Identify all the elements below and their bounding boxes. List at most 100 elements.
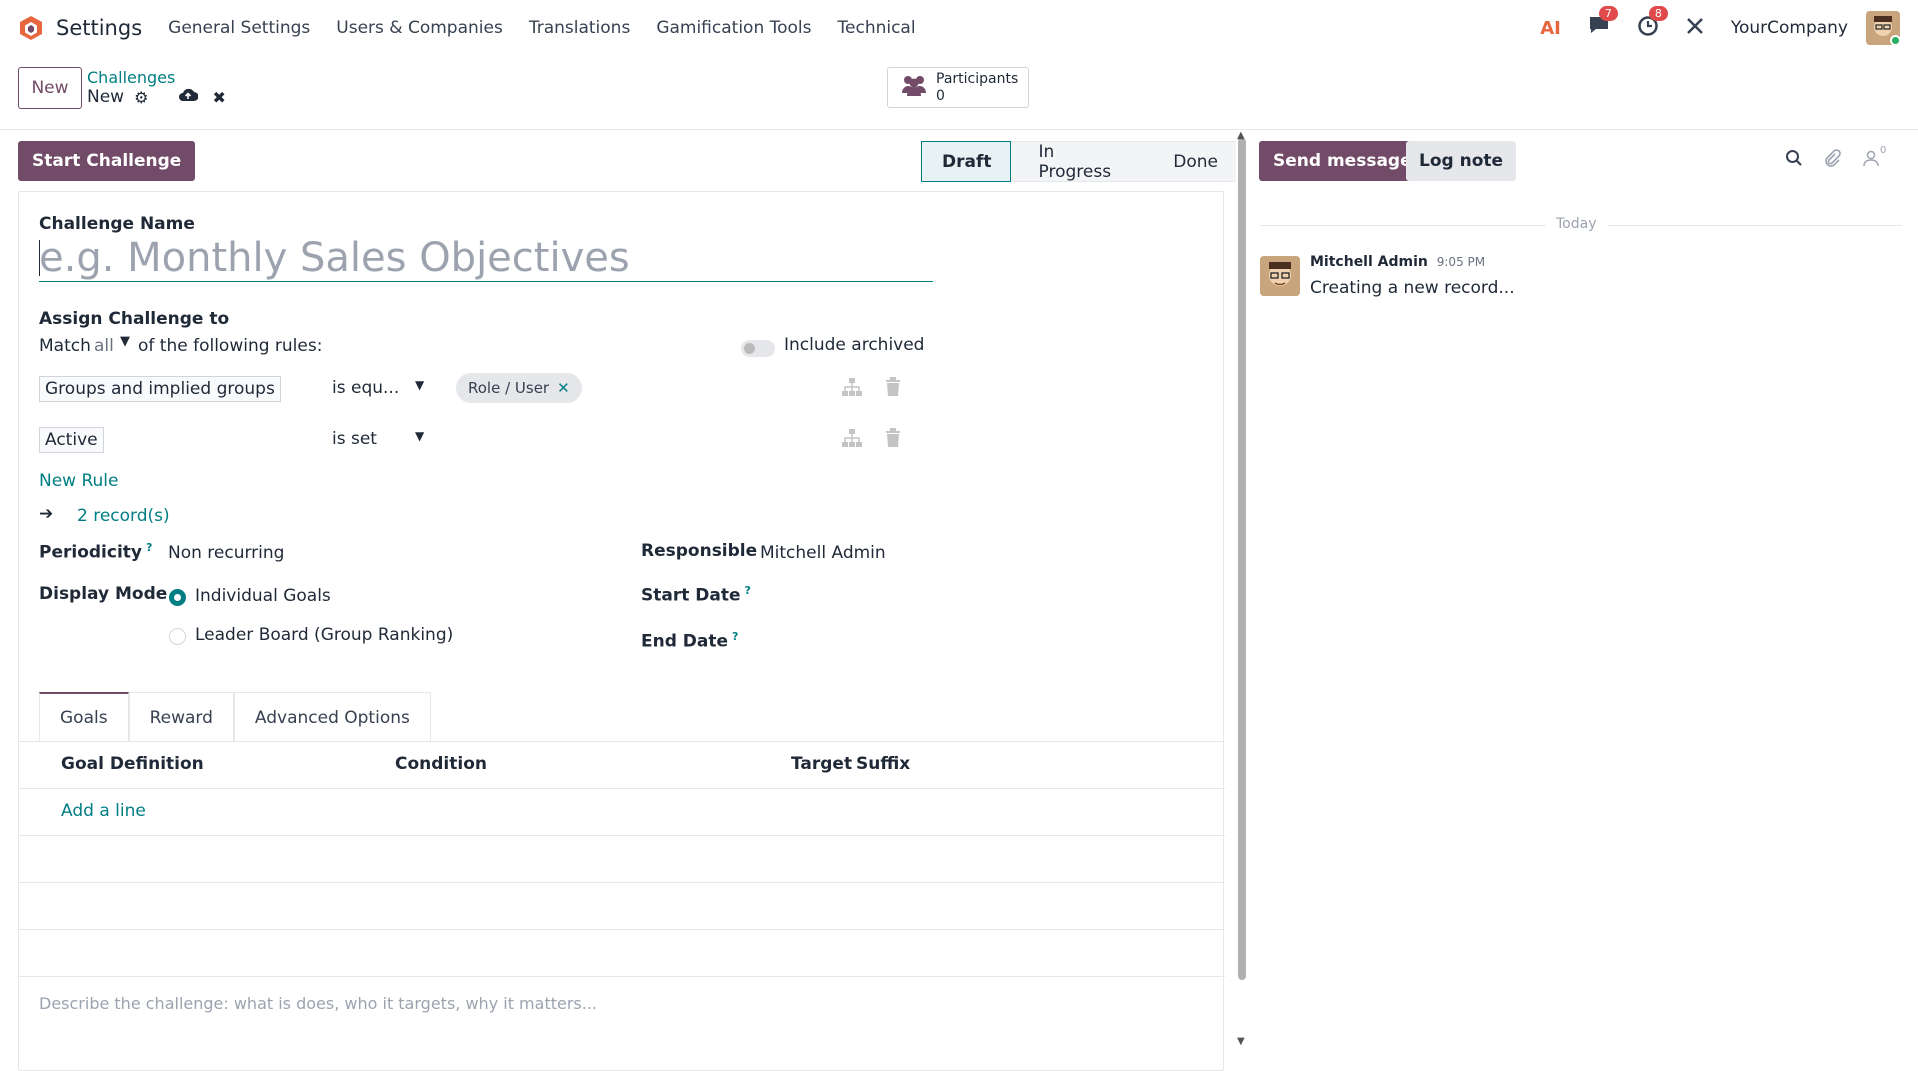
periodicity-value[interactable]: Non recurring bbox=[168, 543, 284, 563]
include-archived-toggle[interactable] bbox=[741, 340, 775, 357]
table-row bbox=[19, 836, 1225, 883]
systray: AI 7 8 YourCompany bbox=[1540, 0, 1918, 56]
message-author-avatar[interactable] bbox=[1260, 256, 1300, 296]
stage-done[interactable]: Done bbox=[1145, 141, 1236, 182]
start-date-label: Start Date? bbox=[641, 584, 751, 606]
radio-leader-board[interactable] bbox=[169, 628, 186, 645]
user-avatar[interactable] bbox=[1866, 11, 1900, 45]
description-input[interactable]: Describe the challenge: what is does, wh… bbox=[39, 994, 597, 1013]
author-face-icon bbox=[1260, 256, 1300, 296]
message-time: 9:05 PM bbox=[1436, 255, 1486, 269]
rule-2-operator-caret-icon[interactable]: ▼ bbox=[415, 429, 424, 443]
goals-table-header: Goal Definition Condition Target Suffix bbox=[19, 742, 1225, 789]
activities-badge: 8 bbox=[1648, 5, 1668, 21]
stage-in-progress[interactable]: In Progress bbox=[1010, 141, 1146, 182]
status-bar: Draft In Progress Done bbox=[921, 141, 1236, 182]
col-condition[interactable]: Condition bbox=[395, 754, 487, 774]
app-name[interactable]: Settings bbox=[56, 16, 142, 40]
match-suffix: of the following rules: bbox=[138, 336, 323, 356]
match-caret-down-icon[interactable]: ▼ bbox=[120, 334, 130, 349]
sitemap-icon[interactable] bbox=[841, 428, 863, 453]
debug-tools-icon[interactable] bbox=[1685, 16, 1705, 41]
trash-icon[interactable] bbox=[885, 377, 901, 402]
followers-icon[interactable]: 0 bbox=[1862, 145, 1886, 172]
scroll-up-arrow-icon[interactable]: ▲ bbox=[1237, 130, 1245, 141]
participants-count: 0 bbox=[936, 87, 945, 104]
discard-x-icon[interactable]: ✖ bbox=[212, 88, 225, 107]
paperclip-icon[interactable] bbox=[1823, 149, 1841, 174]
rule-2-operator[interactable]: is set bbox=[332, 429, 377, 449]
stage-draft[interactable]: Draft bbox=[921, 141, 1011, 182]
online-status-dot bbox=[1890, 35, 1900, 45]
records-count-link[interactable]: 2 record(s) bbox=[77, 506, 170, 526]
rule-1-operator[interactable]: is equ... bbox=[332, 378, 399, 398]
col-goal-definition[interactable]: Goal Definition bbox=[61, 754, 204, 774]
periodicity-label-text: Periodicity bbox=[39, 542, 142, 563]
participants-stat-button[interactable]: Participants 0 bbox=[887, 67, 1029, 108]
gear-icon[interactable]: ⚙ bbox=[134, 88, 148, 107]
individual-goals-label[interactable]: Individual Goals bbox=[195, 586, 331, 606]
table-row bbox=[19, 930, 1225, 977]
add-line-link[interactable]: Add a line bbox=[61, 801, 146, 821]
search-icon[interactable] bbox=[1785, 149, 1803, 172]
responsible-value[interactable]: Mitchell Admin bbox=[760, 543, 886, 563]
log-note-button[interactable]: Log note bbox=[1406, 141, 1517, 181]
tab-reward[interactable]: Reward bbox=[128, 692, 234, 742]
rule-2-field[interactable]: Active bbox=[39, 427, 104, 453]
leader-board-label[interactable]: Leader Board (Group Ranking) bbox=[195, 625, 453, 645]
rule-1-value-label: Role / User bbox=[468, 379, 550, 397]
menu-general-settings[interactable]: General Settings bbox=[168, 18, 310, 38]
challenge-name-label: Challenge Name bbox=[39, 214, 195, 234]
assign-challenge-label: Assign Challenge to bbox=[39, 309, 230, 329]
form-scrollbar[interactable] bbox=[1238, 138, 1246, 980]
control-panel: New Challenges New ⚙ ✖ Participants 0 bbox=[0, 56, 1918, 130]
new-rule-link[interactable]: New Rule bbox=[39, 471, 119, 491]
start-date-label-text: Start Date bbox=[641, 585, 741, 606]
match-selector[interactable]: all bbox=[94, 336, 114, 356]
message-author-name[interactable]: Mitchell Admin bbox=[1310, 254, 1428, 270]
rule-1-operator-caret-icon[interactable]: ▼ bbox=[415, 378, 424, 392]
tab-goals[interactable]: Goals bbox=[39, 692, 129, 742]
tab-advanced-options[interactable]: Advanced Options bbox=[233, 692, 431, 742]
display-mode-label: Display Mode bbox=[39, 584, 168, 604]
send-message-button[interactable]: Send message bbox=[1259, 141, 1426, 181]
scroll-down-arrow-icon[interactable]: ▼ bbox=[1237, 1036, 1245, 1047]
activities-icon[interactable]: 8 bbox=[1637, 5, 1668, 42]
col-target[interactable]: Target bbox=[791, 754, 852, 774]
new-record-button[interactable]: New bbox=[18, 67, 82, 109]
match-prefix: Match bbox=[39, 336, 91, 356]
messages-icon[interactable]: 7 bbox=[1587, 5, 1618, 42]
trash-icon[interactable] bbox=[885, 428, 901, 453]
top-navbar: Settings General Settings Users & Compan… bbox=[0, 0, 1918, 56]
periodicity-help-icon[interactable]: ? bbox=[146, 541, 152, 554]
menu-translations[interactable]: Translations bbox=[529, 18, 631, 38]
start-challenge-button[interactable]: Start Challenge bbox=[18, 141, 196, 181]
participants-label: Participants bbox=[936, 70, 1019, 87]
form-sheet: Challenge Name e.g. Monthly Sales Object… bbox=[18, 191, 1225, 1071]
menu-technical[interactable]: Technical bbox=[838, 18, 916, 38]
breadcrumb-challenges[interactable]: Challenges bbox=[87, 68, 175, 87]
menu-gamification-tools[interactable]: Gamification Tools bbox=[656, 18, 811, 38]
message-body: Creating a new record... bbox=[1310, 278, 1515, 298]
company-switcher[interactable]: YourCompany bbox=[1731, 18, 1848, 38]
start-date-help-icon[interactable]: ? bbox=[745, 584, 751, 597]
radio-individual-goals[interactable] bbox=[169, 589, 186, 606]
menu-users-companies[interactable]: Users & Companies bbox=[336, 18, 503, 38]
remove-tag-icon[interactable]: ✕ bbox=[557, 379, 570, 397]
save-cloud-icon[interactable] bbox=[178, 87, 199, 107]
table-row bbox=[19, 883, 1225, 930]
odoo-logo-icon[interactable] bbox=[18, 15, 44, 41]
breadcrumb-current-label: New bbox=[87, 87, 125, 107]
col-suffix[interactable]: Suffix bbox=[856, 754, 910, 774]
followers-count: 0 bbox=[1880, 145, 1887, 156]
end-date-help-icon[interactable]: ? bbox=[732, 630, 738, 643]
messages-badge: 7 bbox=[1598, 5, 1618, 21]
breadcrumb-current: New ⚙ ✖ bbox=[87, 87, 226, 107]
table-row: Add a line bbox=[19, 789, 1225, 836]
rule-1-field[interactable]: Groups and implied groups bbox=[39, 376, 281, 402]
challenge-name-input[interactable]: e.g. Monthly Sales Objectives bbox=[39, 234, 933, 282]
ai-icon[interactable]: AI bbox=[1540, 18, 1561, 39]
sitemap-icon[interactable] bbox=[841, 377, 863, 402]
include-archived-label: Include archived bbox=[784, 335, 925, 355]
end-date-label: End Date? bbox=[641, 630, 738, 652]
